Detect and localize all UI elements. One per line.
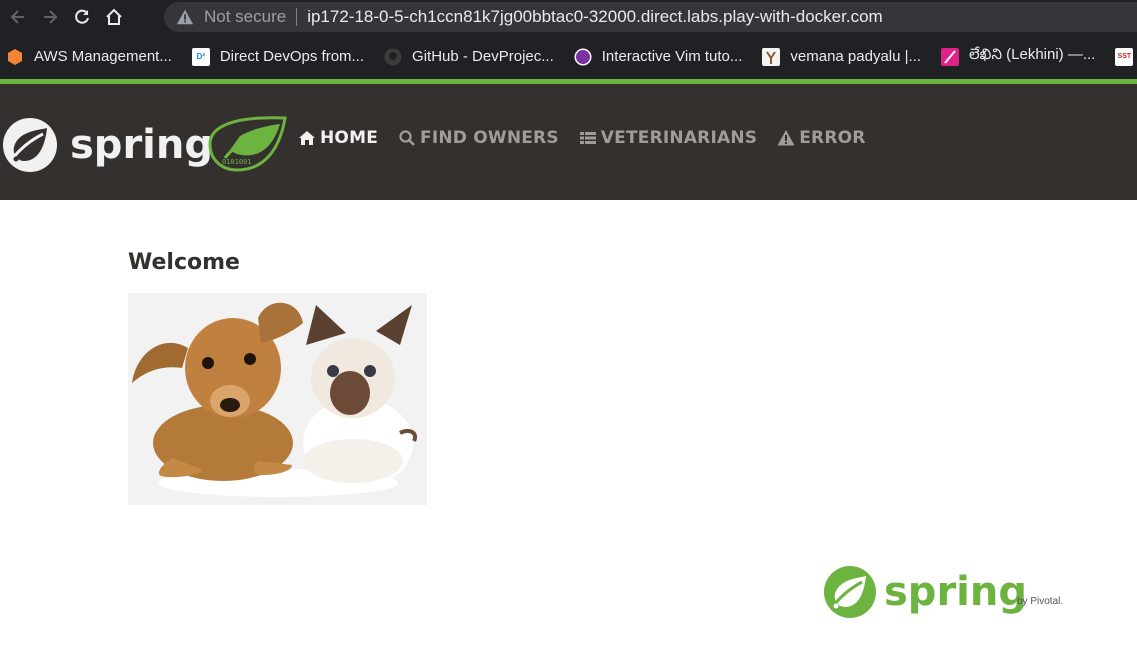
nav-home-label: HOME — [320, 128, 379, 148]
svg-text:0101001: 0101001 — [222, 158, 252, 166]
search-icon — [399, 130, 415, 146]
bookmark-vim[interactable]: Interactive Vim tuto... — [574, 42, 751, 72]
nav-find-owners[interactable]: FIND OWNERS — [398, 128, 559, 148]
warning-icon — [777, 130, 795, 146]
main-navbar: spring 0101001 HOME FIND OWNERS VETERINA… — [0, 84, 1137, 200]
bookmark-label: లేఖిని (Lekhini) —... — [969, 46, 1096, 63]
nav-error-label: ERROR — [799, 128, 866, 148]
footer-brand-text: spring — [884, 569, 1027, 615]
url-text[interactable]: ip172-18-0-5-ch1ccn81k7jg00bbtac0-32000.… — [307, 7, 883, 27]
nav-find-owners-label: FIND OWNERS — [420, 128, 559, 148]
bookmark-lekhini[interactable]: లేఖిని (Lekhini) —... — [941, 42, 1103, 72]
spring-petclinic-logo[interactable]: spring 0101001 — [0, 114, 290, 174]
vim-icon — [574, 48, 592, 65]
nav-veterinarians-label: VETERINARIANS — [600, 128, 758, 148]
back-arrow-icon — [10, 10, 24, 24]
security-status[interactable]: Not secure — [204, 7, 286, 27]
bookmarks-bar: AWS Management... D² Direct DevOps from.… — [0, 34, 1137, 79]
sst-icon: SST — [1115, 47, 1134, 66]
house-icon — [106, 8, 122, 25]
aws-icon — [8, 48, 22, 65]
lekhini-icon — [941, 47, 960, 66]
bookmark-label: Direct DevOps from... — [219, 48, 365, 65]
warning-triangle-icon — [176, 9, 194, 25]
bookmark-label: Interactive Vim tuto... — [601, 48, 743, 65]
page-title: Welcome — [128, 250, 240, 275]
bookmark-aws[interactable]: AWS Management... — [6, 42, 180, 72]
reload-button[interactable] — [68, 3, 96, 31]
bookmark-label: GitHub - DevProjec... — [412, 48, 554, 65]
nav-error[interactable]: ERROR — [777, 128, 865, 148]
home-browser-button[interactable] — [100, 3, 128, 31]
nav-home[interactable]: HOME — [298, 128, 378, 148]
forward-button[interactable] — [36, 3, 64, 31]
nav-veterinarians[interactable]: VETERINARIANS — [579, 128, 757, 148]
vemana-icon — [762, 47, 781, 66]
bookmark-overflow[interactable]: SST — [1115, 42, 1137, 72]
omnibox-divider — [296, 8, 298, 26]
home-icon — [299, 131, 315, 145]
reload-icon — [75, 9, 89, 24]
list-icon — [579, 132, 596, 144]
bookmark-vemana[interactable]: vemana padyalu |... — [762, 42, 929, 72]
footer-by-pivotal: by Pivotal. — [1017, 596, 1063, 607]
address-bar[interactable]: Not secure ip172-18-0-5-ch1ccn81k7jg00bb… — [164, 2, 1137, 32]
back-button[interactable] — [4, 3, 32, 31]
forward-arrow-icon — [44, 10, 58, 24]
browser-toolbar: Not secure ip172-18-0-5-ch1ccn81k7jg00bb… — [0, 0, 1137, 34]
dp-icon: D² — [191, 47, 210, 66]
bookmark-github[interactable]: GitHub - DevProjec... — [384, 42, 562, 72]
bookmark-label: AWS Management... — [34, 48, 172, 65]
navbar-menu: HOME FIND OWNERS VETERINARIANS ERROR — [298, 128, 886, 148]
navbar-brand-text: spring — [70, 122, 213, 168]
bookmark-label: vemana padyalu |... — [790, 48, 922, 65]
github-icon — [384, 48, 402, 65]
pets-image — [128, 293, 427, 505]
spring-by-pivotal-logo: spring by Pivotal. — [824, 566, 1063, 618]
bookmark-devops[interactable]: D² Direct DevOps from... — [191, 42, 372, 72]
